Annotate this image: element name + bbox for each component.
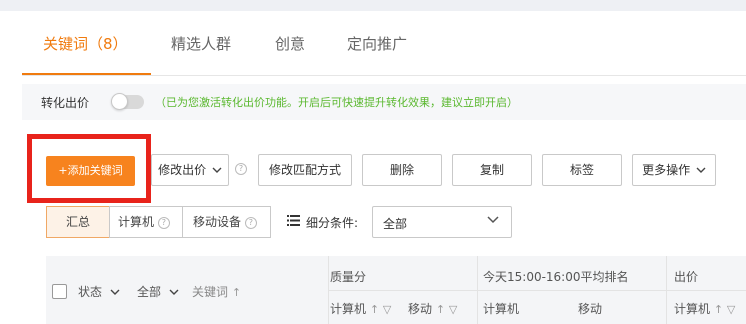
- add-keyword-button[interactable]: +添加关键词: [46, 156, 135, 186]
- modify-bid-label: 修改出价: [158, 163, 207, 177]
- chevron-down-icon: [169, 289, 179, 295]
- chevron-down-icon: [487, 216, 499, 224]
- tab-creative[interactable]: 创意: [275, 33, 305, 54]
- select-all-checkbox[interactable]: [52, 284, 67, 299]
- status-header-label: 状态: [78, 285, 103, 299]
- match-column-filter[interactable]: 全部: [137, 283, 179, 300]
- help-icon[interactable]: ?: [157, 216, 170, 229]
- tab-targeted-promotion[interactable]: 定向推广: [347, 33, 407, 54]
- segment-summary[interactable]: 汇总: [46, 206, 110, 238]
- chevron-down-icon: [212, 167, 222, 173]
- filter-select-value: 全部: [383, 217, 408, 231]
- sort-icon: ↑: [435, 303, 446, 316]
- tag-button[interactable]: 标签: [542, 154, 622, 186]
- tab-keywords[interactable]: 关键词（8）: [43, 33, 128, 54]
- copy-button[interactable]: 复制: [452, 154, 532, 186]
- chevron-down-icon: [696, 167, 706, 173]
- conversion-bid-toggle[interactable]: [111, 93, 144, 110]
- conversion-bid-label: 转化出价: [41, 96, 90, 110]
- filter-label: 细分条件:: [306, 216, 359, 230]
- segment-mobile-label: 移动设备: [193, 215, 242, 229]
- chevron-down-icon: [110, 289, 120, 295]
- filter-select[interactable]: 全部: [372, 206, 512, 238]
- filter-funnel-icon: ▽: [382, 303, 392, 316]
- bid-computer-header[interactable]: 计算机 ↑ ▽: [674, 300, 735, 317]
- tab-selected-audience[interactable]: 精选人群: [171, 33, 231, 54]
- quality-computer-header[interactable]: 计算机 ↑ ▽: [330, 300, 391, 317]
- help-icon[interactable]: ?: [244, 216, 257, 229]
- list-icon: [287, 215, 300, 226]
- quality-mobile-label: 移动: [408, 302, 433, 316]
- segment-computer-label: 计算机: [118, 215, 155, 229]
- quality-computer-label: 计算机: [330, 302, 367, 316]
- sort-icon: ↑: [231, 286, 242, 299]
- segment-mobile[interactable]: 移动设备 ?: [182, 206, 271, 238]
- bid-header: 出价: [674, 270, 699, 284]
- quality-mobile-header[interactable]: 移动 ↑ ▽: [408, 300, 457, 317]
- quality-score-header: 质量分: [330, 270, 367, 284]
- notice-text: （已为您激活转化出价功能。开启后可快速提升转化效果，建议立即开启）: [155, 96, 518, 109]
- keyword-header-label: 关键词: [192, 285, 229, 299]
- toggle-knob: [111, 93, 128, 110]
- average-rank-header: 今天15:00-16:00平均排名: [483, 270, 629, 284]
- sort-icon: ↑: [713, 303, 724, 316]
- delete-button[interactable]: 删除: [362, 154, 442, 186]
- more-actions-button[interactable]: 更多操作: [632, 154, 716, 186]
- keyword-column-header[interactable]: 关键词 ↑: [192, 283, 241, 300]
- active-tab-underline: [22, 73, 151, 75]
- sort-icon: ↑: [369, 303, 380, 316]
- bid-computer-label: 计算机: [674, 302, 711, 316]
- help-icon[interactable]: ?: [235, 163, 247, 175]
- header-row-divider: [328, 290, 746, 291]
- modify-bid-button[interactable]: 修改出价: [151, 154, 229, 186]
- rank-computer-header: 计算机: [483, 302, 520, 316]
- filter-funnel-icon: ▽: [448, 303, 458, 316]
- segment-computer[interactable]: 计算机 ?: [109, 206, 183, 238]
- filter-funnel-icon: ▽: [726, 303, 736, 316]
- more-actions-label: 更多操作: [642, 163, 691, 177]
- status-column-filter[interactable]: 状态: [78, 283, 120, 300]
- modify-match-button[interactable]: 修改匹配方式: [258, 154, 352, 186]
- all-header-label: 全部: [137, 285, 162, 299]
- conversion-bid-notice: 转化出价 （已为您激活转化出价功能。开启后可快速提升转化效果，建议立即开启）: [22, 84, 746, 120]
- rank-mobile-header: 移动: [578, 302, 603, 316]
- table-header: 状态 全部 关键词 ↑ 质量分 今天15:00-16:00平均排名 出价 计算机…: [46, 256, 746, 324]
- tab-bar: 关键词（8） 精选人群 创意 定向推广: [22, 11, 746, 76]
